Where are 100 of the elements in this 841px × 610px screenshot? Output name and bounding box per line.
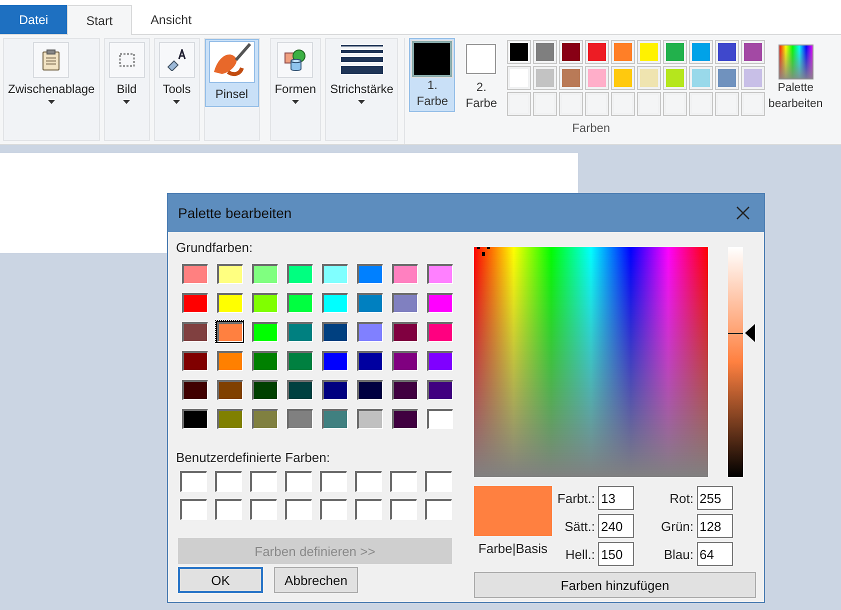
custom-color-swatch[interactable] <box>425 471 452 492</box>
color-swatch[interactable] <box>180 262 209 285</box>
color-swatch[interactable] <box>355 378 384 401</box>
edit-palette-button[interactable]: Palette bearbeiten <box>768 38 823 112</box>
number-field[interactable]: 13 <box>598 486 634 510</box>
color-swatch[interactable] <box>390 262 419 285</box>
custom-color-swatch[interactable] <box>180 471 207 492</box>
custom-color-swatch[interactable] <box>285 499 312 520</box>
ok-button[interactable]: OK <box>178 567 263 593</box>
color-swatch[interactable] <box>215 407 244 430</box>
color-swatch[interactable] <box>320 320 349 343</box>
number-field[interactable]: 255 <box>696 486 733 510</box>
custom-color-swatch[interactable] <box>250 499 277 520</box>
palette-swatch[interactable] <box>534 93 556 115</box>
palette-swatch[interactable] <box>508 67 530 89</box>
palette-swatch[interactable] <box>742 41 764 63</box>
color-swatch[interactable] <box>390 320 419 343</box>
color-swatch[interactable] <box>250 378 279 401</box>
custom-color-swatch[interactable] <box>390 499 417 520</box>
custom-color-swatch[interactable] <box>320 471 347 492</box>
color-swatch[interactable] <box>180 291 209 314</box>
palette-swatch[interactable] <box>690 93 712 115</box>
custom-color-swatch[interactable] <box>355 471 382 492</box>
slider-arrow-icon[interactable] <box>745 324 756 342</box>
add-colors-button[interactable]: Farben hinzufügen <box>474 572 756 598</box>
color-swatch[interactable] <box>355 262 384 285</box>
number-field[interactable]: 64 <box>696 542 733 566</box>
palette-swatch[interactable] <box>716 41 738 63</box>
color-swatch[interactable] <box>250 349 279 372</box>
palette-swatch[interactable] <box>690 41 712 63</box>
palette-swatch[interactable] <box>586 93 608 115</box>
color-swatch[interactable] <box>215 291 244 314</box>
color-swatch[interactable] <box>215 349 244 372</box>
custom-color-swatch[interactable] <box>355 499 382 520</box>
color-swatch[interactable] <box>355 320 384 343</box>
palette-swatch[interactable] <box>612 41 634 63</box>
luminance-slider[interactable] <box>728 247 744 477</box>
color-swatch[interactable] <box>425 291 454 314</box>
color-swatch[interactable] <box>390 407 419 430</box>
color-swatch[interactable] <box>215 320 244 343</box>
palette-swatch[interactable] <box>586 41 608 63</box>
color-swatch[interactable] <box>320 349 349 372</box>
custom-color-swatch[interactable] <box>215 471 242 492</box>
color-swatch[interactable] <box>320 262 349 285</box>
custom-color-swatch[interactable] <box>250 471 277 492</box>
color-swatch[interactable] <box>285 291 314 314</box>
color-spectrum[interactable] <box>474 247 708 477</box>
palette-swatch[interactable] <box>560 93 582 115</box>
color-swatch[interactable] <box>250 407 279 430</box>
color-swatch[interactable] <box>425 262 454 285</box>
custom-color-swatch[interactable] <box>425 499 452 520</box>
color-swatch[interactable] <box>320 407 349 430</box>
color-swatch[interactable] <box>425 407 454 430</box>
palette-swatch[interactable] <box>742 93 764 115</box>
ribbon-button[interactable]: Pinsel <box>204 39 259 107</box>
color-swatch[interactable] <box>390 378 419 401</box>
custom-color-swatch[interactable] <box>390 471 417 492</box>
color-swatch[interactable] <box>250 320 279 343</box>
color-swatch[interactable] <box>285 378 314 401</box>
palette-swatch[interactable] <box>534 41 556 63</box>
palette-swatch[interactable] <box>534 67 556 89</box>
palette-swatch[interactable] <box>664 67 686 89</box>
custom-color-swatch[interactable] <box>285 471 312 492</box>
palette-swatch[interactable] <box>508 93 530 115</box>
color-swatch[interactable] <box>180 378 209 401</box>
custom-color-swatch[interactable] <box>320 499 347 520</box>
color-swatch[interactable] <box>390 291 419 314</box>
palette-swatch[interactable] <box>586 67 608 89</box>
close-icon[interactable] <box>736 206 750 220</box>
ribbon-tab[interactable]: Datei <box>0 5 68 34</box>
color-swatch[interactable] <box>180 320 209 343</box>
color-swatch[interactable] <box>320 291 349 314</box>
color-swatch[interactable] <box>285 349 314 372</box>
color-slot-button[interactable]: 2. Farbe <box>458 38 504 114</box>
color-swatch[interactable] <box>320 378 349 401</box>
palette-swatch[interactable] <box>560 41 582 63</box>
palette-swatch[interactable] <box>664 41 686 63</box>
color-swatch[interactable] <box>285 320 314 343</box>
color-swatch[interactable] <box>285 262 314 285</box>
palette-swatch[interactable] <box>612 93 634 115</box>
palette-swatch[interactable] <box>716 93 738 115</box>
ribbon-tab[interactable]: Ansicht <box>132 5 211 34</box>
palette-swatch[interactable] <box>612 67 634 89</box>
color-slot-button[interactable]: 1. Farbe <box>409 38 456 112</box>
color-swatch[interactable] <box>355 349 384 372</box>
color-swatch[interactable] <box>215 378 244 401</box>
color-swatch[interactable] <box>425 378 454 401</box>
number-field[interactable]: 150 <box>598 542 634 566</box>
number-field[interactable]: 128 <box>696 514 733 538</box>
color-swatch[interactable] <box>180 407 209 430</box>
color-swatch[interactable] <box>180 349 209 372</box>
palette-swatch[interactable] <box>638 41 660 63</box>
palette-swatch[interactable] <box>664 93 686 115</box>
color-swatch[interactable] <box>285 407 314 430</box>
palette-swatch[interactable] <box>742 67 764 89</box>
number-field[interactable]: 240 <box>598 514 634 538</box>
palette-swatch[interactable] <box>716 67 738 89</box>
color-swatch[interactable] <box>215 262 244 285</box>
custom-color-swatch[interactable] <box>180 499 207 520</box>
palette-swatch[interactable] <box>508 41 530 63</box>
